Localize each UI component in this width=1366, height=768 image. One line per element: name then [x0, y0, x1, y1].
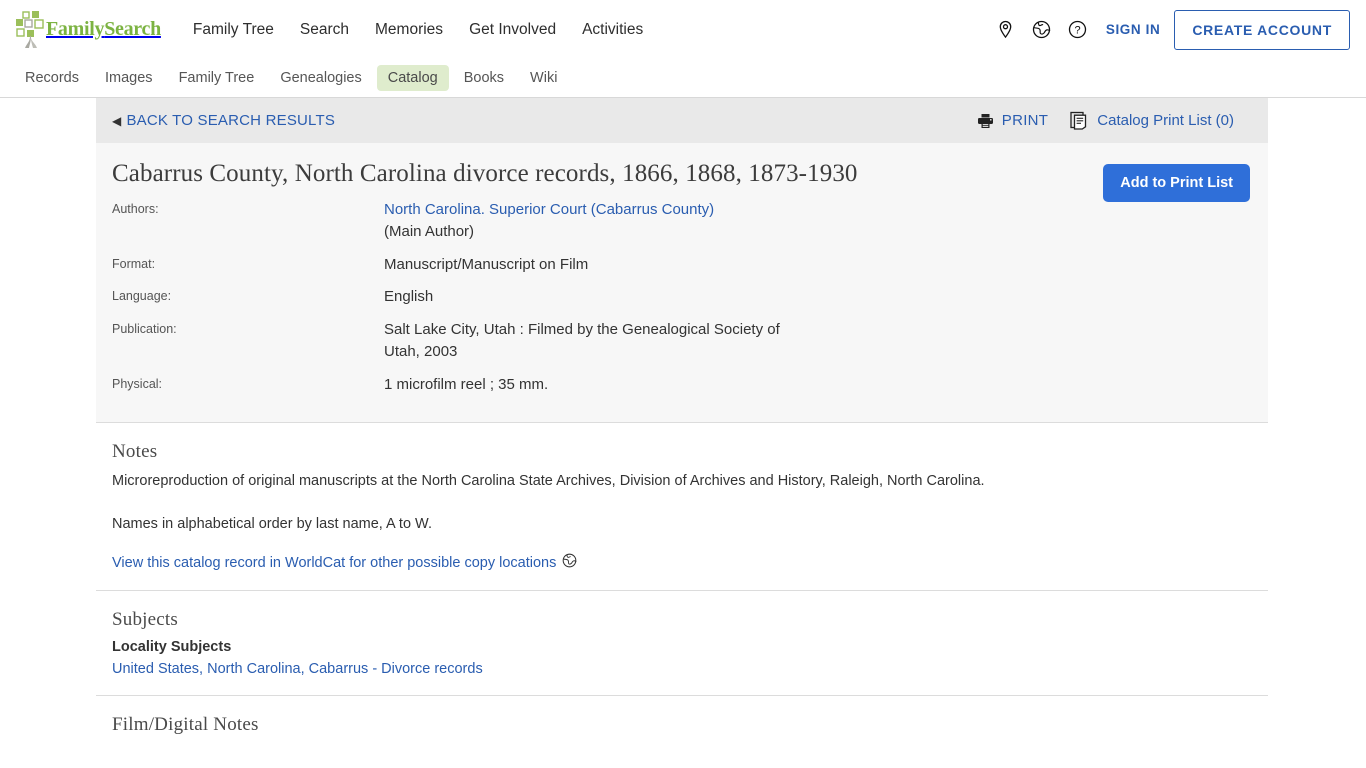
metadata-label: Format:: [112, 256, 156, 271]
subnav-item-records[interactable]: Records: [14, 65, 90, 91]
page-title: Cabarrus County, North Carolina divorce …: [112, 160, 858, 187]
secondary-nav: Records Images Family Tree Genealogies C…: [0, 59, 1366, 98]
nav-item-activities[interactable]: Activities: [582, 21, 643, 39]
metadata-value: English: [384, 288, 434, 305]
help-circle-icon[interactable]: ?: [1060, 12, 1096, 48]
back-to-search-results-link[interactable]: ◀ BACK TO SEARCH RESULTS: [112, 112, 335, 129]
print-button[interactable]: PRINT: [977, 112, 1049, 129]
globe-icon[interactable]: [1024, 12, 1060, 48]
record-info-panel: Cabarrus County, North Carolina divorce …: [96, 143, 1268, 423]
back-link-label: BACK TO SEARCH RESULTS: [126, 112, 336, 129]
note-text: Names in alphabetical order by last name…: [112, 516, 432, 533]
worldcat-link[interactable]: View this catalog record in WorldCat for…: [112, 553, 577, 572]
subnav-item-catalog[interactable]: Catalog: [376, 65, 449, 91]
primary-nav: Family Tree Search Memories Get Involved…: [193, 21, 643, 39]
breadcrumb-bar: ◀ BACK TO SEARCH RESULTS PRINT Catalog P…: [96, 98, 1268, 143]
film-digital-notes-section: Film/Digital Notes: [96, 696, 1268, 762]
printer-icon: [977, 113, 994, 129]
catalog-print-list-button[interactable]: Catalog Print List (0): [1070, 111, 1234, 130]
familysearch-logo[interactable]: FamilySearch: [14, 10, 161, 50]
svg-text:?: ?: [1075, 25, 1081, 37]
subjects-heading: Subjects: [112, 609, 178, 631]
header-actions: ? SIGN IN CREATE ACCOUNT: [988, 9, 1350, 50]
globe-icon: [562, 553, 577, 572]
subject-link[interactable]: United States, North Carolina, Cabarrus …: [112, 661, 1252, 677]
author-link[interactable]: North Carolina. Superior Court (Cabarrus…: [384, 201, 714, 218]
film-digital-notes-heading: Film/Digital Notes: [112, 714, 259, 736]
subnav-item-books[interactable]: Books: [453, 65, 515, 91]
print-label: PRINT: [1001, 112, 1049, 129]
notes-heading: Notes: [112, 441, 158, 462]
metadata-label: Authors:: [112, 201, 159, 216]
notes-section: Notes Microreproduction of original manu…: [96, 423, 1268, 592]
family-tree-logo-icon: [14, 10, 48, 50]
record-metadata: Authors: North Carolina. Superior Court …: [112, 199, 1248, 397]
metadata-row-physical: Physical: 1 microfilm reel ; 35 mm.: [112, 374, 1248, 397]
add-to-print-list-button[interactable]: Add to Print List: [1103, 164, 1250, 202]
catalog-print-list-label: Catalog Print List (0): [1097, 112, 1234, 129]
nav-item-search[interactable]: Search: [300, 21, 349, 39]
document-list-icon: [1070, 111, 1089, 130]
subnav-item-genealogies[interactable]: Genealogies: [269, 65, 372, 91]
sign-in-link[interactable]: SIGN IN: [1106, 22, 1160, 37]
metadata-value: North Carolina. Superior Court (Cabarrus…: [384, 199, 714, 244]
nav-item-family-tree[interactable]: Family Tree: [193, 21, 274, 39]
subjects-section: Subjects Locality Subjects United States…: [96, 591, 1268, 697]
metadata-value: 1 microfilm reel ; 35 mm.: [384, 375, 549, 393]
logo-wordmark: FamilySearch: [46, 18, 161, 40]
print-actions: PRINT Catalog Print List (0): [977, 111, 1234, 130]
nav-item-get-involved[interactable]: Get Involved: [469, 21, 556, 39]
catalog-record-container: ◀ BACK TO SEARCH RESULTS PRINT Catalog P…: [96, 98, 1268, 767]
subnav-item-wiki[interactable]: Wiki: [519, 65, 568, 91]
site-header: FamilySearch Family Tree Search Memories…: [0, 0, 1366, 59]
metadata-value: Salt Lake City, Utah : Filmed by the Gen…: [384, 320, 780, 361]
page-body: ◀ BACK TO SEARCH RESULTS PRINT Catalog P…: [0, 98, 1366, 767]
worldcat-link-label: View this catalog record in WorldCat for…: [112, 554, 557, 571]
subnav-item-images[interactable]: Images: [94, 65, 164, 91]
metadata-row-language: Language: English: [112, 286, 1248, 309]
metadata-value: Manuscript/Manuscript on Film: [384, 255, 589, 273]
note-text: Microreproduction of original manuscript…: [112, 473, 985, 489]
author-role: (Main Author): [384, 223, 475, 240]
nav-item-memories[interactable]: Memories: [375, 21, 443, 39]
metadata-label: Language:: [112, 289, 172, 303]
subnav-item-family-tree[interactable]: Family Tree: [168, 65, 266, 91]
metadata-label: Publication:: [112, 321, 177, 336]
location-pin-icon[interactable]: [988, 12, 1024, 48]
create-account-button[interactable]: CREATE ACCOUNT: [1174, 9, 1350, 50]
metadata-row-format: Format: Manuscript/Manuscript on Film: [112, 254, 1248, 277]
metadata-label: Physical:: [112, 376, 163, 391]
metadata-row-authors: Authors: North Carolina. Superior Court …: [112, 199, 1248, 244]
chevron-left-icon: ◀: [112, 113, 122, 128]
locality-subjects-label: Locality Subjects: [112, 639, 232, 656]
metadata-row-publication: Publication: Salt Lake City, Utah : Film…: [112, 319, 1248, 364]
